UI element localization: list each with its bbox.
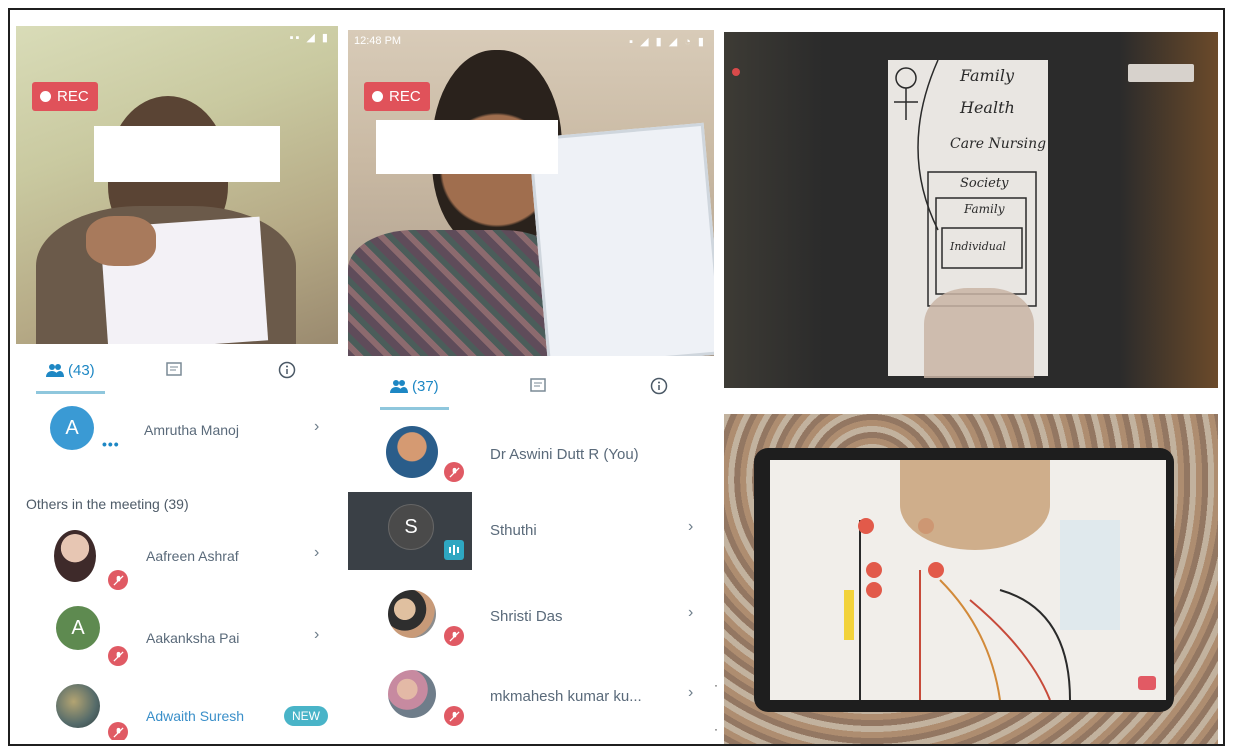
face-redaction — [94, 126, 280, 182]
avatar — [388, 670, 436, 718]
meeting-panel-2: 12:48 PM ▪ ◢ ▮ ◢ ◔ ▮ REC (37) Dr Aswini … — [348, 30, 716, 744]
avatar-initial: A — [65, 416, 79, 439]
chevron-right-icon[interactable]: › — [314, 626, 319, 644]
participant-name: Amrutha Manoj — [144, 422, 239, 438]
section-title: Others in the meeting (39) — [26, 496, 189, 512]
avatar-initial: A — [71, 616, 85, 639]
video-feed-2: 12:48 PM ▪ ◢ ▮ ◢ ◔ ▮ REC — [348, 30, 714, 356]
tablet-screen — [770, 460, 1166, 701]
record-badge-icon[interactable] — [1138, 676, 1156, 690]
meeting-tabs: (43) — [16, 352, 338, 394]
meeting-panel-1: ▪▪ ◢ ▮ REC (43) A ••• Amrutha Manoj › Ot… — [16, 26, 338, 740]
face-redaction — [376, 120, 558, 174]
participant-name: Dr Aswini Dutt R (You) — [490, 446, 639, 463]
record-dot-icon — [372, 91, 383, 102]
status-bar: 12:48 PM ▪ ◢ ▮ ◢ ◔ ▮ — [348, 30, 714, 54]
recording-indicator: REC — [32, 82, 98, 111]
participant-name: Sthuthi — [490, 522, 537, 539]
meeting-tabs: (37) — [348, 368, 716, 410]
mic-muted-icon — [444, 706, 464, 726]
divider-dots: · — [714, 722, 718, 736]
whiteboard-text: Health — [960, 98, 1015, 117]
participant-name: Aafreen Ashraf — [146, 548, 239, 564]
participant-name: Adwaith Suresh — [146, 708, 245, 724]
screen-share-panel: Family Health Care Nursing Society Famil… — [724, 32, 1218, 388]
chevron-right-icon[interactable]: › — [688, 604, 693, 622]
tab-info[interactable] — [278, 352, 296, 388]
status-icons: ▪ ◢ ▮ ◢ ◔ ▮ — [629, 36, 706, 48]
whiteboard-text: Family — [964, 202, 1005, 216]
mic-muted-icon — [108, 646, 128, 666]
avatar — [386, 426, 438, 478]
chat-icon — [166, 362, 182, 376]
avatar — [56, 684, 100, 728]
status-bar: ▪▪ ◢ ▮ — [16, 26, 338, 50]
list-item[interactable]: Aafreen Ashraf › — [16, 526, 338, 596]
participant-name: Aakanksha Pai — [146, 630, 240, 646]
chevron-right-icon[interactable]: › — [314, 544, 319, 562]
mic-muted-icon — [444, 462, 464, 482]
tab-participants[interactable]: (43) — [36, 352, 105, 394]
tab-info[interactable] — [650, 368, 668, 404]
participants-count: (37) — [412, 377, 439, 395]
tab-participants[interactable]: (37) — [380, 368, 449, 410]
chevron-right-icon[interactable]: › — [688, 518, 693, 536]
collage-frame: ▪▪ ◢ ▮ REC (43) A ••• Amrutha Manoj › Ot… — [8, 8, 1225, 746]
rec-label: REC — [389, 88, 421, 105]
list-item[interactable]: Shristi Das › — [348, 582, 716, 652]
participants-icon — [46, 364, 64, 377]
whiteboard-text: Individual — [950, 240, 1006, 253]
participants-icon — [390, 380, 408, 393]
status-time: 12:48 PM — [354, 35, 402, 47]
avatar: S — [388, 504, 434, 550]
whiteboard-text: Care Nursing — [950, 136, 1047, 152]
whiteboard-text: Society — [960, 176, 1009, 191]
mic-muted-icon — [444, 626, 464, 646]
list-item[interactable]: Dr Aswini Dutt R (You) — [348, 418, 716, 488]
list-item[interactable]: Adwaith Suresh NEW — [16, 682, 338, 740]
mic-muted-icon — [108, 570, 128, 590]
pen-hand — [924, 288, 1034, 378]
info-icon — [278, 361, 296, 379]
avatar — [388, 590, 436, 638]
avatar-initial: S — [404, 515, 418, 538]
avatar: A — [56, 606, 100, 650]
record-dot-icon — [40, 91, 51, 102]
recording-indicator: REC — [364, 82, 430, 111]
chat-icon — [530, 378, 546, 392]
avatar: A — [50, 406, 94, 450]
tablet-photo-panel — [724, 414, 1218, 744]
video-feed-1: ▪▪ ◢ ▮ REC — [16, 26, 338, 344]
rec-dot-icon — [732, 68, 740, 76]
mic-muted-icon — [108, 722, 128, 740]
list-item[interactable]: mkmahesh kumar ku... › — [348, 660, 716, 740]
avatar — [54, 530, 96, 582]
tab-chat[interactable] — [166, 352, 182, 388]
person-body — [348, 230, 568, 356]
participants-count: (43) — [68, 361, 95, 379]
list-item[interactable]: A Aakanksha Pai › — [16, 604, 338, 674]
more-dots-icon: ••• — [102, 436, 120, 452]
audio-level-icon — [444, 540, 464, 560]
participant-name: Shristi Das — [490, 608, 563, 625]
rec-label: REC — [57, 88, 89, 105]
new-badge: NEW — [284, 706, 328, 726]
list-item[interactable]: S Sthuthi › — [348, 492, 716, 572]
participant-name: mkmahesh kumar ku... — [490, 688, 642, 705]
hand-overlay — [900, 460, 1050, 550]
chevron-right-icon[interactable]: › — [688, 684, 693, 702]
toolbar-icons[interactable] — [1128, 64, 1194, 82]
divider-dots: · — [714, 678, 718, 692]
list-item[interactable]: A ••• Amrutha Manoj › — [16, 402, 338, 462]
hand — [86, 216, 156, 266]
chevron-right-icon[interactable]: › — [314, 418, 319, 436]
info-icon — [650, 377, 668, 395]
tab-chat[interactable] — [530, 368, 546, 404]
status-icons: ▪▪ ◢ ▮ — [289, 32, 330, 44]
whiteboard-text: Family — [960, 66, 1014, 85]
